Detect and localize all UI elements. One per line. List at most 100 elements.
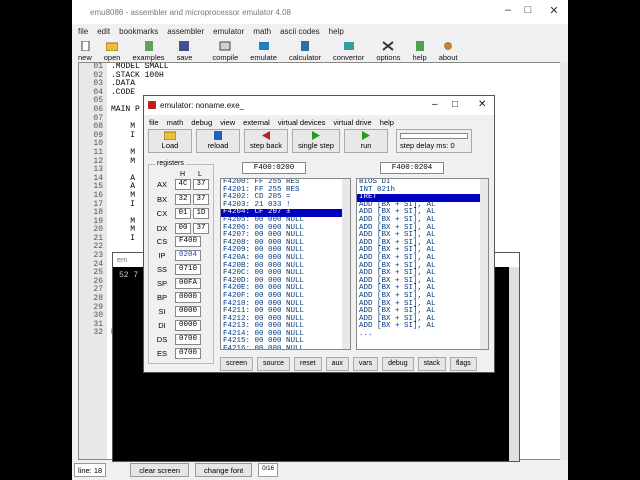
register-row-sp: SP 00FA <box>149 278 203 289</box>
clear-screen-button[interactable]: clear screen <box>130 463 190 477</box>
editor-scrollbar[interactable] <box>560 62 568 460</box>
register-row-si: SI 0000 <box>149 306 203 317</box>
emu-menu-debug[interactable]: debug <box>191 118 212 127</box>
disassembly-list[interactable]: BIOS DI INT 021h IRET ADD [BX + SI], AL ADD … <box>356 178 489 350</box>
register-row-ds: DS 0700 <box>149 334 203 345</box>
register-row-dx: DX 00 37 <box>149 222 211 234</box>
emu-menu-virtual-drive[interactable]: virtual drive <box>333 118 371 127</box>
emu-menu-help[interactable]: help <box>380 118 394 127</box>
register-high-byte[interactable]: 32 <box>175 193 191 205</box>
change-font-button[interactable]: change font <box>195 463 253 477</box>
menu-math[interactable]: math <box>253 27 271 36</box>
reset-button[interactable]: reset <box>294 357 322 371</box>
register-high-byte[interactable]: 4C <box>175 179 191 190</box>
menu-assembler[interactable]: assembler <box>167 27 204 36</box>
minimize-button[interactable]: – <box>498 4 518 16</box>
maximize-button[interactable]: □ <box>518 4 538 16</box>
disassembly-row[interactable]: ... <box>357 330 488 339</box>
screen-button[interactable]: screen <box>220 357 254 371</box>
register-row-ax: AX 4C 37 <box>149 179 211 190</box>
menu-help[interactable]: help <box>329 27 344 36</box>
open-button[interactable]: open <box>98 41 127 62</box>
new-button[interactable]: new <box>72 41 98 62</box>
debug-button[interactable]: debug <box>382 357 414 371</box>
register-label: CS <box>156 237 168 246</box>
run-button[interactable]: run <box>344 129 388 153</box>
register-low-byte[interactable]: 37 <box>193 222 209 234</box>
register-value[interactable]: 0700 <box>175 334 201 345</box>
single-step-button[interactable]: single step <box>292 129 340 153</box>
source-button[interactable]: source <box>257 357 291 371</box>
vars-button[interactable]: vars <box>352 357 379 371</box>
menu-ascii-codes[interactable]: ascii codes <box>280 27 320 36</box>
memory-address-input[interactable]: F400:0200 <box>242 162 306 174</box>
load-button[interactable]: Load <box>148 129 192 153</box>
disassembly-rows: BIOS DI INT 021h IRET ADD [BX + SI], AL ADD … <box>357 179 488 338</box>
aux-button[interactable]: aux <box>325 357 349 371</box>
memory-scrollbar[interactable] <box>342 179 350 349</box>
register-row-di: DI 0000 <box>149 320 203 331</box>
menu-emulator[interactable]: emulator <box>213 27 244 36</box>
memory-list[interactable]: F4200: FF 255 RES F4201: FF 255 RES F4202:… <box>220 178 351 350</box>
emu-menu-virtual-devices[interactable]: virtual devices <box>278 118 326 127</box>
register-low-byte[interactable]: 37 <box>193 193 209 205</box>
register-label: DX <box>156 223 168 233</box>
emu-menu-external[interactable]: external <box>243 118 270 127</box>
emu-menu-math[interactable]: math <box>167 118 184 127</box>
step-back-icon <box>262 131 270 140</box>
menu-edit[interactable]: edit <box>97 27 110 36</box>
compile-button[interactable]: compile <box>206 41 244 62</box>
menu-file[interactable]: file <box>78 27 88 36</box>
options-button[interactable]: options <box>370 41 406 62</box>
line-indicator: line: 18 <box>74 463 107 477</box>
register-value[interactable]: 0000 <box>175 320 201 331</box>
emulator-close-button[interactable]: ✕ <box>478 99 486 110</box>
close-button[interactable]: ✕ <box>544 4 564 17</box>
register-label: ES <box>156 349 167 358</box>
emulator-maximize-button[interactable]: □ <box>452 99 458 110</box>
disasm-address-input[interactable]: F400:0204 <box>380 162 444 174</box>
step-delay-control[interactable]: step delay ms: 0 <box>396 129 472 153</box>
high-byte-header: H <box>180 171 186 178</box>
register-value[interactable]: 0000 <box>175 306 201 317</box>
register-value[interactable]: 0700 <box>175 348 201 359</box>
register-value[interactable]: 0000 <box>175 292 201 303</box>
emulator-menubar: file math debug view external virtual de… <box>144 115 494 129</box>
emu-menu-file[interactable]: file <box>149 118 159 127</box>
disassembly-scrollbar[interactable] <box>480 179 488 349</box>
emulator-window: emulator: noname.exe_ – □ ✕ file math de… <box>143 95 495 373</box>
disassembly-row[interactable]: ADD [BX + SI], AL <box>357 323 488 331</box>
compile-icon <box>219 41 231 51</box>
register-value[interactable]: 0204 <box>175 250 201 261</box>
register-row-es: ES 0700 <box>149 348 203 359</box>
reload-button[interactable]: reload <box>196 129 240 153</box>
register-label: DS <box>156 335 168 344</box>
help-button[interactable]: help <box>407 41 433 62</box>
emulator-minimize-button[interactable]: – <box>432 99 438 110</box>
flags-button[interactable]: flags <box>449 357 477 371</box>
register-value[interactable]: 0710 <box>175 264 201 275</box>
main-window-title: emu8086 - assembler and microprocessor e… <box>90 7 291 17</box>
memory-row[interactable]: F4216: 00 000 NULL <box>221 345 350 349</box>
step-back-button[interactable]: step back <box>244 129 288 153</box>
console-scrollbar[interactable] <box>509 267 519 461</box>
single-step-icon <box>312 131 320 140</box>
register-value[interactable]: 00FA <box>175 278 201 289</box>
main-toolbar: new open examples save compile emulate c… <box>72 38 568 62</box>
menu-bookmarks[interactable]: bookmarks <box>119 27 158 36</box>
examples-button[interactable]: examples <box>126 41 170 62</box>
emu-menu-view[interactable]: view <box>220 118 235 127</box>
registers-title: registers <box>155 160 186 167</box>
register-low-byte[interactable]: 37 <box>193 179 209 190</box>
emulate-button[interactable]: emulate <box>244 41 283 62</box>
calculator-button[interactable]: calculator <box>283 41 327 62</box>
about-button[interactable]: about <box>433 41 464 62</box>
stack-button[interactable]: stack <box>417 357 446 371</box>
step-delay-slider[interactable] <box>400 133 468 139</box>
register-value[interactable]: F400 <box>175 236 201 247</box>
register-high-byte[interactable]: 01 <box>175 208 191 219</box>
convertor-button[interactable]: convertor <box>327 41 370 62</box>
save-button[interactable]: save <box>171 41 199 62</box>
register-high-byte[interactable]: 00 <box>175 222 191 234</box>
register-low-byte[interactable]: 1D <box>193 208 209 219</box>
